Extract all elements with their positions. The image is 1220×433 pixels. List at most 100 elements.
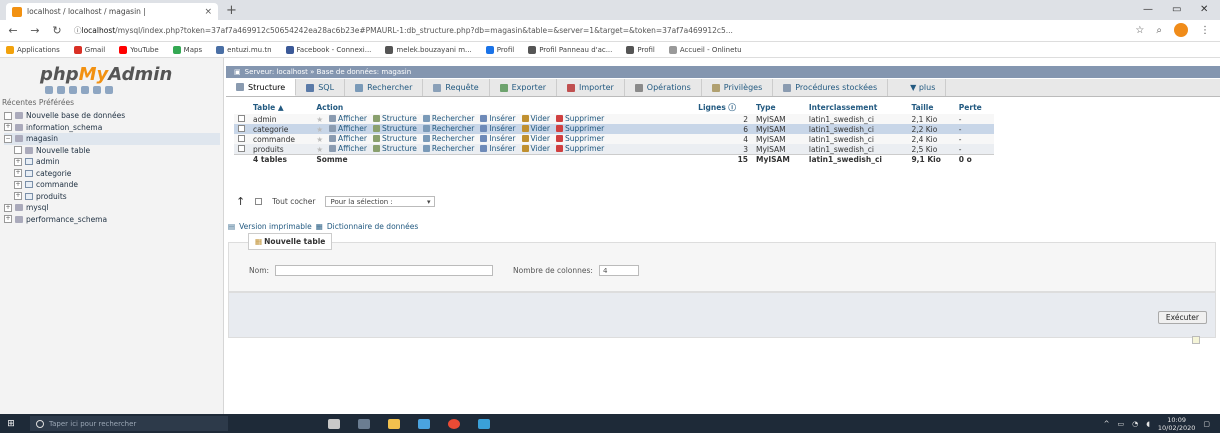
menu-tab[interactable]: SQL bbox=[296, 79, 346, 96]
bookmark-item[interactable]: YouTube bbox=[119, 45, 159, 54]
bookmark-item[interactable]: Facebook - Connexi... bbox=[285, 45, 371, 54]
bookmark-item[interactable]: Applications bbox=[6, 45, 60, 54]
menu-tab[interactable]: ▼ plus bbox=[888, 79, 947, 96]
expand-toggle-icon[interactable]: − bbox=[4, 134, 12, 143]
menu-kebab-icon[interactable]: ⋮ bbox=[1200, 25, 1210, 36]
data-dictionary-link[interactable]: Dictionnaire de données bbox=[327, 222, 418, 231]
expand-toggle-icon[interactable] bbox=[14, 146, 22, 155]
bookmark-item[interactable]: Profil bbox=[626, 45, 655, 54]
tray-up-icon[interactable]: ^ bbox=[1104, 420, 1110, 428]
bookmark-star-icon[interactable]: ☆ bbox=[1135, 25, 1144, 36]
tree-item[interactable]: + commande bbox=[4, 179, 220, 191]
phpmyadmin-logo[interactable]: phpMyAdmin bbox=[40, 64, 172, 85]
table-size[interactable]: 2,2 Kio bbox=[907, 124, 955, 134]
bookmark-item[interactable]: entuzi.mu.tn bbox=[216, 45, 272, 54]
expand-toggle-icon[interactable]: + bbox=[14, 180, 22, 189]
browser-tab[interactable]: localhost / localhost / magasin | × bbox=[6, 3, 218, 20]
tree-item[interactable]: Nouvelle base de données bbox=[4, 110, 220, 122]
action-link[interactable]: Supprimer bbox=[556, 134, 604, 143]
table-row[interactable]: produits ★ Afficher Structure Rechercher Insé… bbox=[234, 144, 994, 155]
chrome-icon[interactable] bbox=[448, 418, 460, 429]
notifications-icon[interactable]: ▢ bbox=[1203, 420, 1210, 428]
action-link[interactable]: Supprimer bbox=[556, 144, 604, 153]
execute-button[interactable]: Exécuter bbox=[1157, 311, 1207, 324]
action-link[interactable]: Supprimer bbox=[556, 124, 604, 133]
menu-tab[interactable]: Structure bbox=[226, 79, 297, 96]
wifi-icon[interactable]: ◔ bbox=[1132, 420, 1138, 428]
tree-item[interactable]: + mysql bbox=[4, 202, 220, 214]
file-explorer-icon[interactable] bbox=[388, 418, 400, 429]
back-arrow-icon[interactable]: ← bbox=[4, 24, 22, 37]
expand-toggle-icon[interactable]: + bbox=[14, 169, 22, 178]
menu-tab[interactable]: Rechercher bbox=[345, 79, 424, 96]
clock[interactable]: 10:09 10/02/2020 bbox=[1158, 416, 1195, 432]
bookmark-item[interactable]: Profil bbox=[485, 45, 514, 54]
expand-toggle-icon[interactable] bbox=[4, 111, 12, 120]
action-link[interactable]: Vider bbox=[521, 144, 550, 153]
tree-item[interactable]: + admin bbox=[4, 156, 220, 168]
row-checkbox[interactable] bbox=[238, 134, 245, 142]
reload-nav-icon[interactable] bbox=[105, 86, 113, 94]
task-view-icon[interactable] bbox=[358, 418, 370, 429]
row-checkbox[interactable] bbox=[238, 114, 245, 122]
menu-tab[interactable]: Privilèges bbox=[702, 79, 774, 96]
action-link[interactable]: Insérer bbox=[480, 134, 516, 143]
home-icon[interactable] bbox=[45, 86, 53, 94]
expand-toggle-icon[interactable]: + bbox=[4, 203, 12, 212]
tab-close-icon[interactable]: × bbox=[204, 7, 212, 17]
logout-icon[interactable] bbox=[57, 86, 65, 94]
console-toggle-icon[interactable] bbox=[1192, 336, 1200, 344]
url-field[interactable]: ⓘ localhost /mysql/index.php?token=37af7… bbox=[74, 23, 1124, 39]
volume-icon[interactable]: ◖ bbox=[1146, 420, 1150, 428]
row-checkbox-cell[interactable] bbox=[234, 134, 249, 144]
expand-toggle-icon[interactable]: + bbox=[4, 123, 12, 132]
row-checkbox[interactable] bbox=[238, 124, 245, 132]
row-checkbox-cell[interactable] bbox=[234, 114, 249, 124]
action-link[interactable]: Afficher bbox=[329, 134, 367, 143]
bookmark-item[interactable]: melek.bouzayani m... bbox=[385, 45, 472, 54]
print-view-link[interactable]: Version imprimable bbox=[239, 222, 312, 231]
bookmark-item[interactable]: Accueil - Onlinetu bbox=[668, 45, 742, 54]
help-icon[interactable] bbox=[69, 86, 77, 94]
table-name-link[interactable]: admin bbox=[249, 114, 313, 124]
table-name-link[interactable]: commande bbox=[249, 134, 313, 144]
select-all-checkbox[interactable] bbox=[255, 198, 263, 205]
tree-item[interactable]: + categorie bbox=[4, 168, 220, 180]
column-count-input[interactable]: 4 bbox=[598, 265, 639, 276]
action-link[interactable]: Rechercher bbox=[422, 124, 474, 133]
tree-item[interactable]: Nouvelle table bbox=[4, 145, 220, 157]
col-header-size[interactable]: Taille bbox=[907, 101, 955, 114]
action-link[interactable]: Vider bbox=[521, 114, 550, 123]
action-link[interactable]: Afficher bbox=[329, 124, 367, 133]
col-header-rows[interactable]: Lignes ⓘ bbox=[694, 101, 753, 114]
favorite-star-icon[interactable]: ★ bbox=[316, 135, 323, 144]
new-tab-button[interactable]: + bbox=[226, 3, 237, 18]
tree-item[interactable]: + produits bbox=[4, 191, 220, 203]
col-header-overhead[interactable]: Perte bbox=[954, 101, 994, 114]
tree-item[interactable]: + performance_schema bbox=[4, 214, 220, 226]
favorite-star-icon[interactable]: ★ bbox=[316, 145, 323, 154]
lens-search-icon[interactable]: ⌕ bbox=[1156, 25, 1162, 36]
store-icon[interactable] bbox=[418, 418, 430, 429]
table-row[interactable]: categorie ★ Afficher Structure Rechercher Ins… bbox=[234, 124, 994, 134]
action-link[interactable]: Structure bbox=[373, 114, 417, 123]
action-link[interactable]: Afficher bbox=[329, 144, 367, 153]
tree-item[interactable]: − magasin bbox=[4, 133, 220, 145]
action-link[interactable]: Insérer bbox=[480, 144, 516, 153]
expand-toggle-icon[interactable]: + bbox=[4, 215, 12, 224]
action-link[interactable]: Insérer bbox=[480, 124, 516, 133]
menu-tab[interactable]: Opérations bbox=[625, 79, 702, 96]
taskbar-search[interactable]: Taper ici pour rechercher bbox=[30, 416, 228, 431]
table-name-input[interactable] bbox=[275, 265, 494, 276]
tree-item[interactable]: + information_schema bbox=[4, 122, 220, 134]
table-size[interactable]: 2,5 Kio bbox=[907, 144, 955, 155]
menu-tab[interactable]: Procédures stockées bbox=[773, 79, 889, 96]
action-link[interactable]: Vider bbox=[521, 124, 550, 133]
select-all-label[interactable]: Tout cocher bbox=[272, 197, 315, 206]
maximize-button[interactable]: ▭ bbox=[1172, 4, 1181, 15]
settings-icon[interactable] bbox=[93, 86, 101, 94]
action-link[interactable]: Structure bbox=[373, 124, 417, 133]
profile-avatar[interactable] bbox=[1174, 23, 1188, 37]
bookmark-item[interactable]: Maps bbox=[172, 45, 202, 54]
action-link[interactable]: Insérer bbox=[480, 114, 516, 123]
